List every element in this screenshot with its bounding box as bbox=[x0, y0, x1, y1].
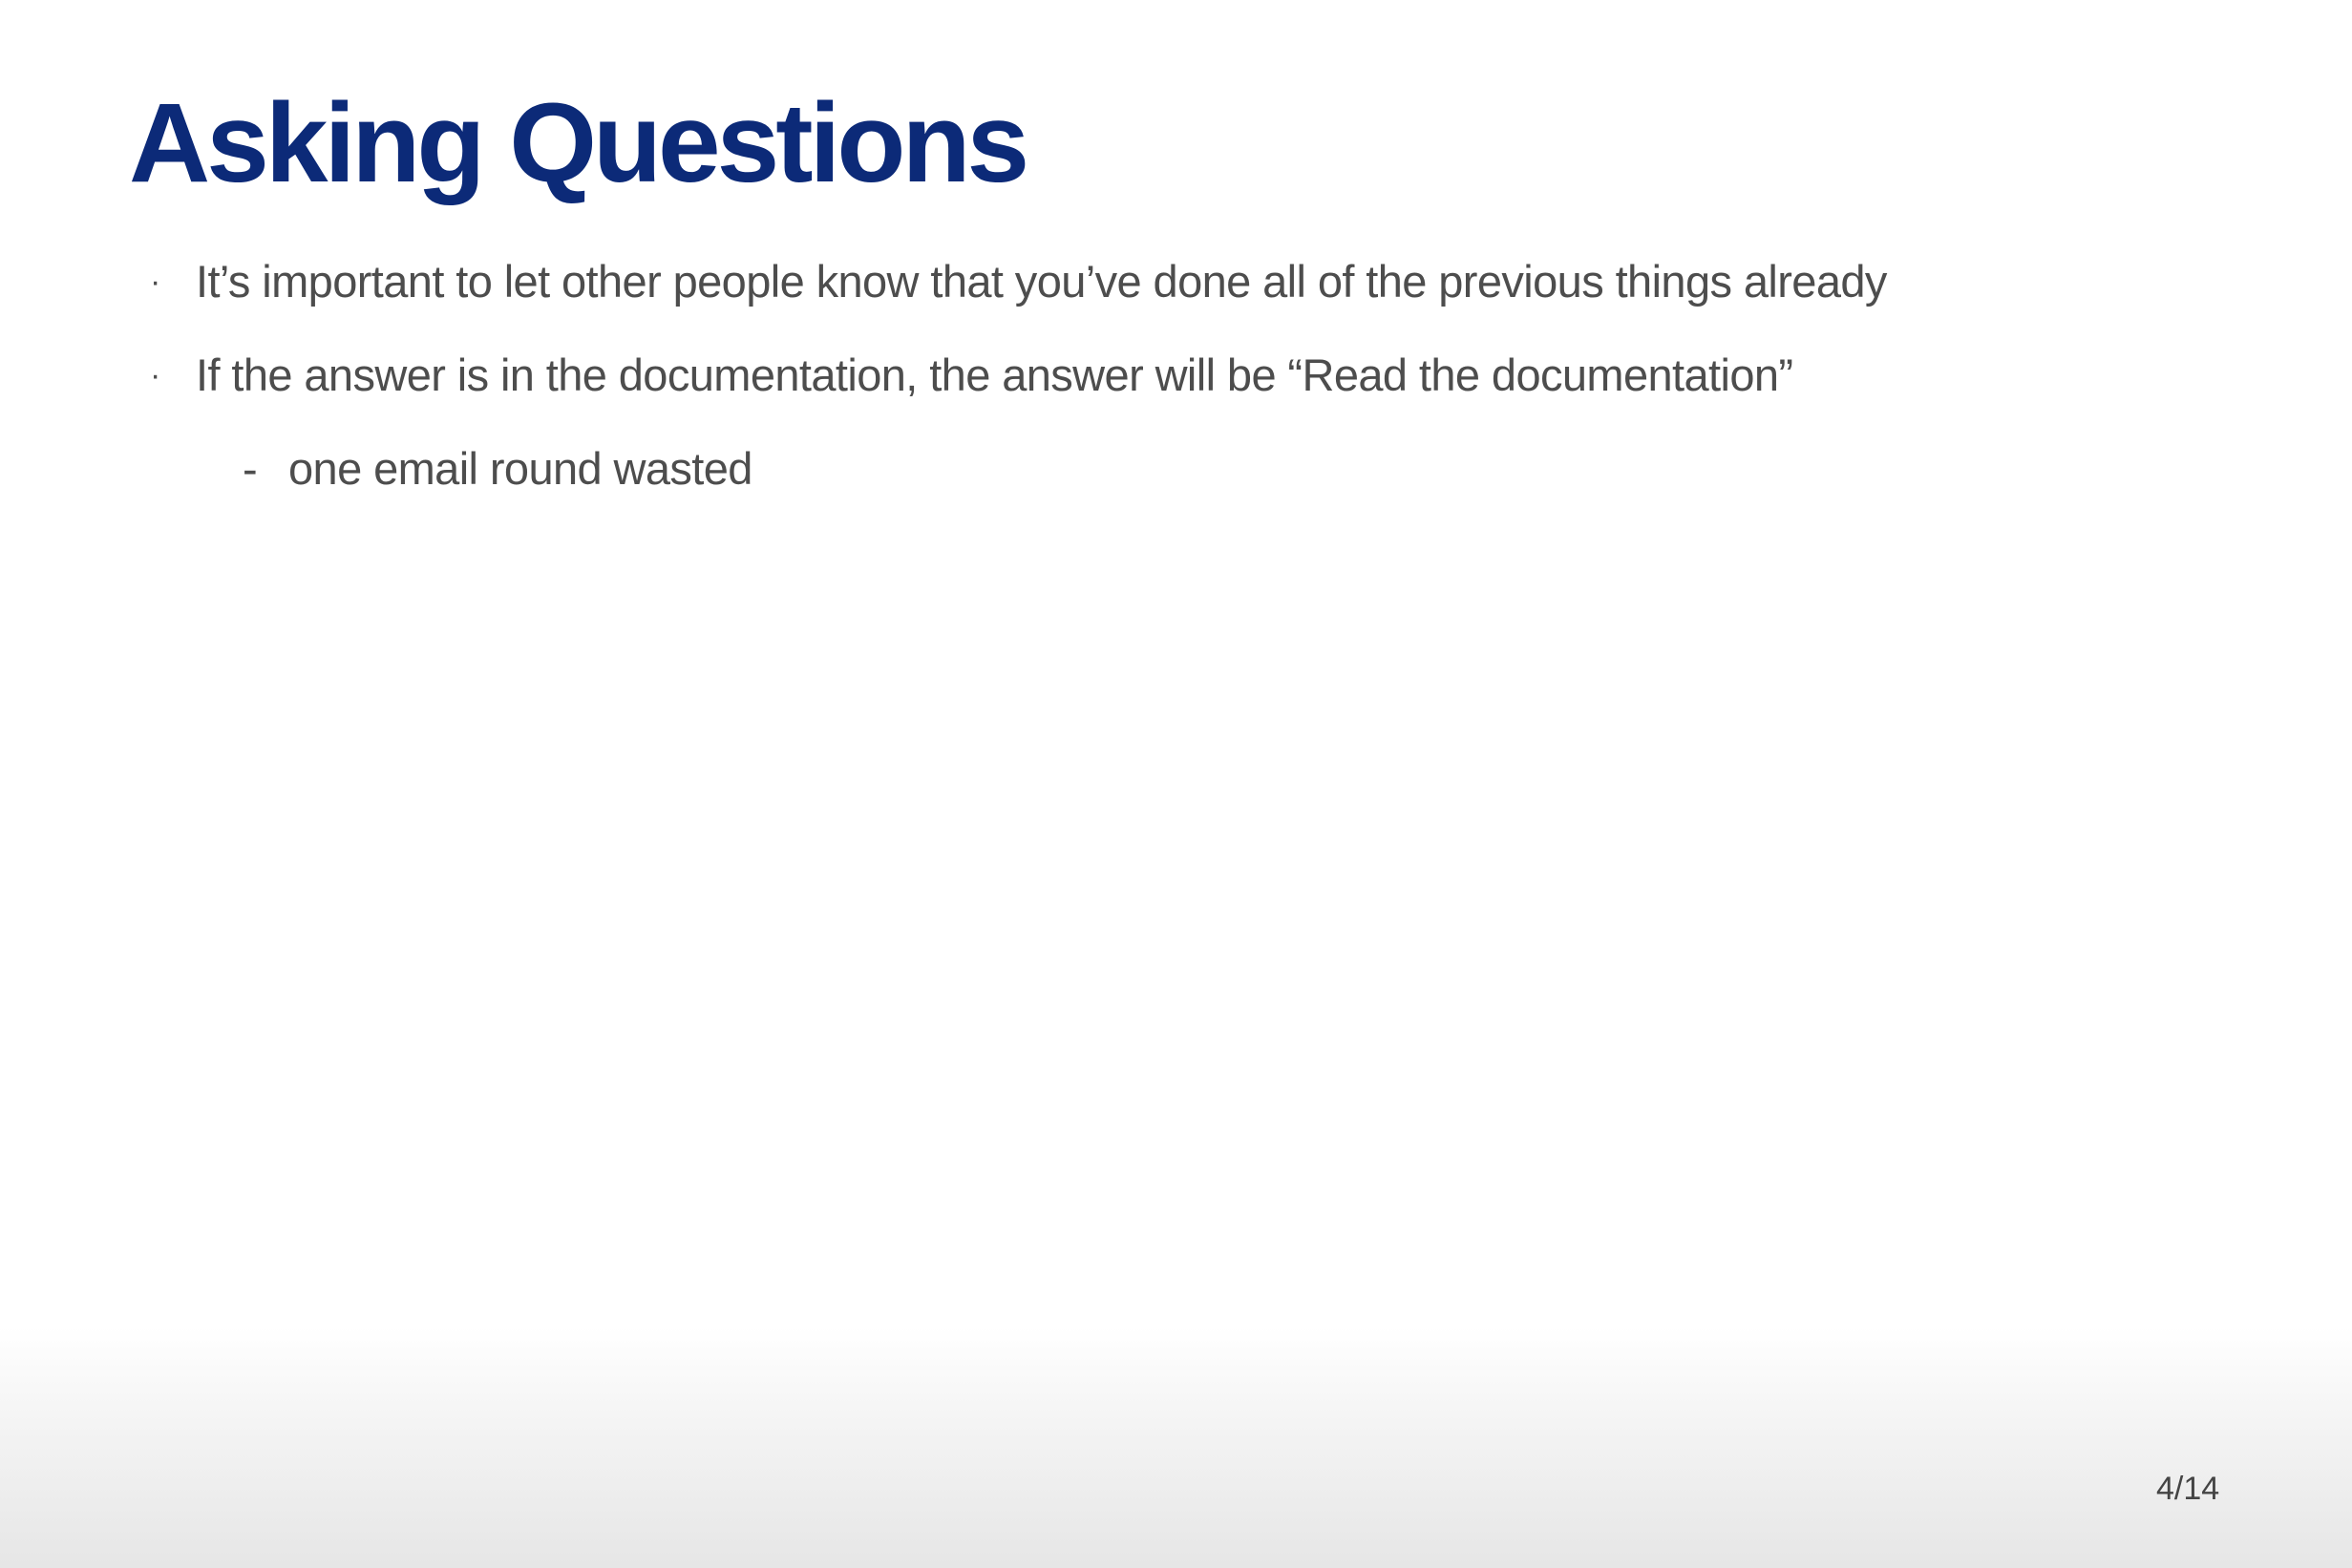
bullet-marker: · bbox=[150, 357, 160, 393]
slide: Asking Questions · It’s important to let… bbox=[0, 0, 2352, 1568]
bullet-text: If the answer is in the documentation, t… bbox=[196, 350, 1793, 400]
bullet-marker: · bbox=[150, 264, 160, 300]
bullet-text: It’s important to let other people know … bbox=[196, 256, 1887, 307]
sub-bullet-text: one email round wasted bbox=[288, 443, 752, 494]
sub-bullet-marker: - bbox=[243, 443, 258, 494]
bullet-list: · It’s important to let other people kno… bbox=[0, 0, 2352, 1568]
page-number: 4/14 bbox=[2156, 1471, 2220, 1507]
